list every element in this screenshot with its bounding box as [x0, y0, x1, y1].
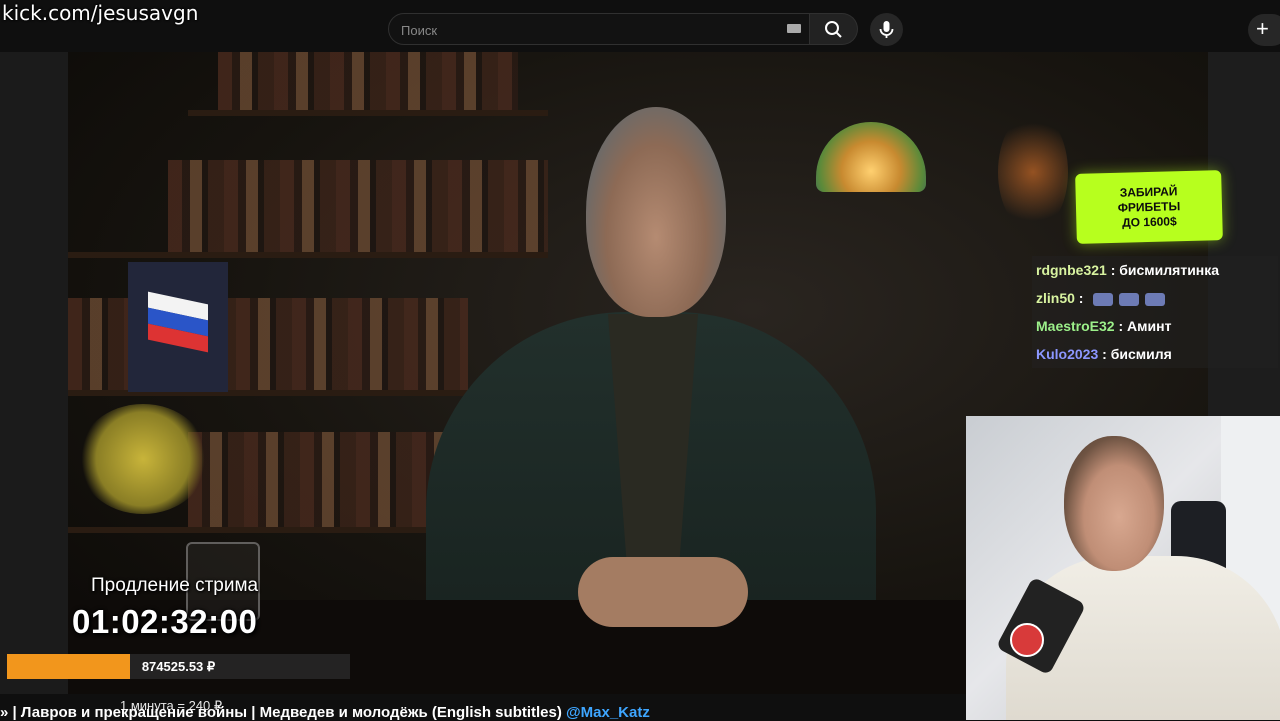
stream-extension-label: Продление стрима — [91, 575, 259, 596]
chat-message: rdgnbe321 : бисмилятинка — [1032, 256, 1278, 284]
promo-banner[interactable]: ЗАБИРАЙ ФРИБЕТЫ ДО 1600$ — [1075, 170, 1223, 244]
search-box[interactable] — [388, 13, 810, 46]
bookshelf — [218, 52, 518, 110]
car-emote-icon — [1119, 292, 1140, 306]
microphone-icon — [879, 21, 894, 38]
chat-message: zlin50 : — [1032, 284, 1278, 312]
keyboard-icon[interactable] — [787, 24, 801, 33]
chat-separator: : — [1098, 346, 1111, 362]
streamer-head — [1064, 436, 1164, 571]
chat-emotes — [1087, 284, 1166, 312]
speaker-hands — [578, 557, 748, 627]
chat-username[interactable]: rdgnbe321 — [1036, 262, 1107, 278]
chat-username[interactable]: zlin50 — [1036, 290, 1075, 306]
chat-overlay: rdgnbe321 : бисмилятинка zlin50 : Maestro… — [1032, 256, 1278, 368]
voice-search-button[interactable] — [870, 13, 903, 46]
plant — [78, 404, 208, 514]
speaker-head — [586, 107, 726, 317]
bookshelf — [168, 160, 548, 252]
chat-text: бисмилятинка — [1119, 262, 1220, 278]
video-title-text: » | Лавров и прекращение войны | Медведе… — [0, 704, 567, 721]
shelf — [188, 110, 548, 116]
stream-timer: 01:02:32:00 — [72, 603, 258, 640]
microphone-badge — [1010, 623, 1044, 657]
video-title: » | Лавров и прекращение войны | Медведе… — [0, 704, 650, 721]
search-input[interactable] — [389, 14, 783, 46]
shelf — [68, 252, 548, 258]
search-icon — [825, 21, 842, 38]
lamp-glow — [998, 112, 1068, 232]
shelf — [68, 527, 468, 533]
search-button[interactable] — [810, 13, 858, 45]
car-emote-icon — [1145, 292, 1166, 306]
chat-text: Аминт — [1127, 318, 1172, 334]
chat-separator: : — [1114, 318, 1128, 334]
car-emote-icon — [1093, 292, 1114, 306]
chat-text: бисмиля — [1110, 346, 1172, 362]
donation-progress-bar: 874525.53 ₽ — [7, 654, 350, 679]
tiffany-lamp — [816, 122, 926, 192]
chat-separator: : — [1106, 262, 1120, 278]
left-margin — [0, 52, 68, 694]
plus-icon: + — [1256, 16, 1269, 41]
promo-line-3: ДО 1600$ — [1121, 213, 1177, 230]
promo-line-1: ЗАБИРАЙ — [1119, 183, 1178, 200]
donation-total: 874525.53 ₽ — [141, 659, 216, 674]
promo-line-2: ФРИБЕТЫ — [1117, 198, 1181, 215]
chat-separator: : — [1074, 290, 1088, 306]
chat-username[interactable]: Kulo2023 — [1036, 346, 1098, 362]
chat-message: MaestroE32 : Аминт — [1032, 312, 1278, 340]
russian-flag — [128, 262, 228, 392]
channel-mention-link[interactable]: @Max_Katz — [566, 704, 650, 721]
create-button[interactable]: + — [1248, 14, 1280, 46]
chat-message: Kulo2023 : бисмиля — [1032, 340, 1278, 368]
chat-username[interactable]: MaestroE32 — [1036, 318, 1115, 334]
stream-url: kick.com/jesusavgn — [2, 1, 199, 25]
streamer-webcam — [966, 416, 1280, 720]
